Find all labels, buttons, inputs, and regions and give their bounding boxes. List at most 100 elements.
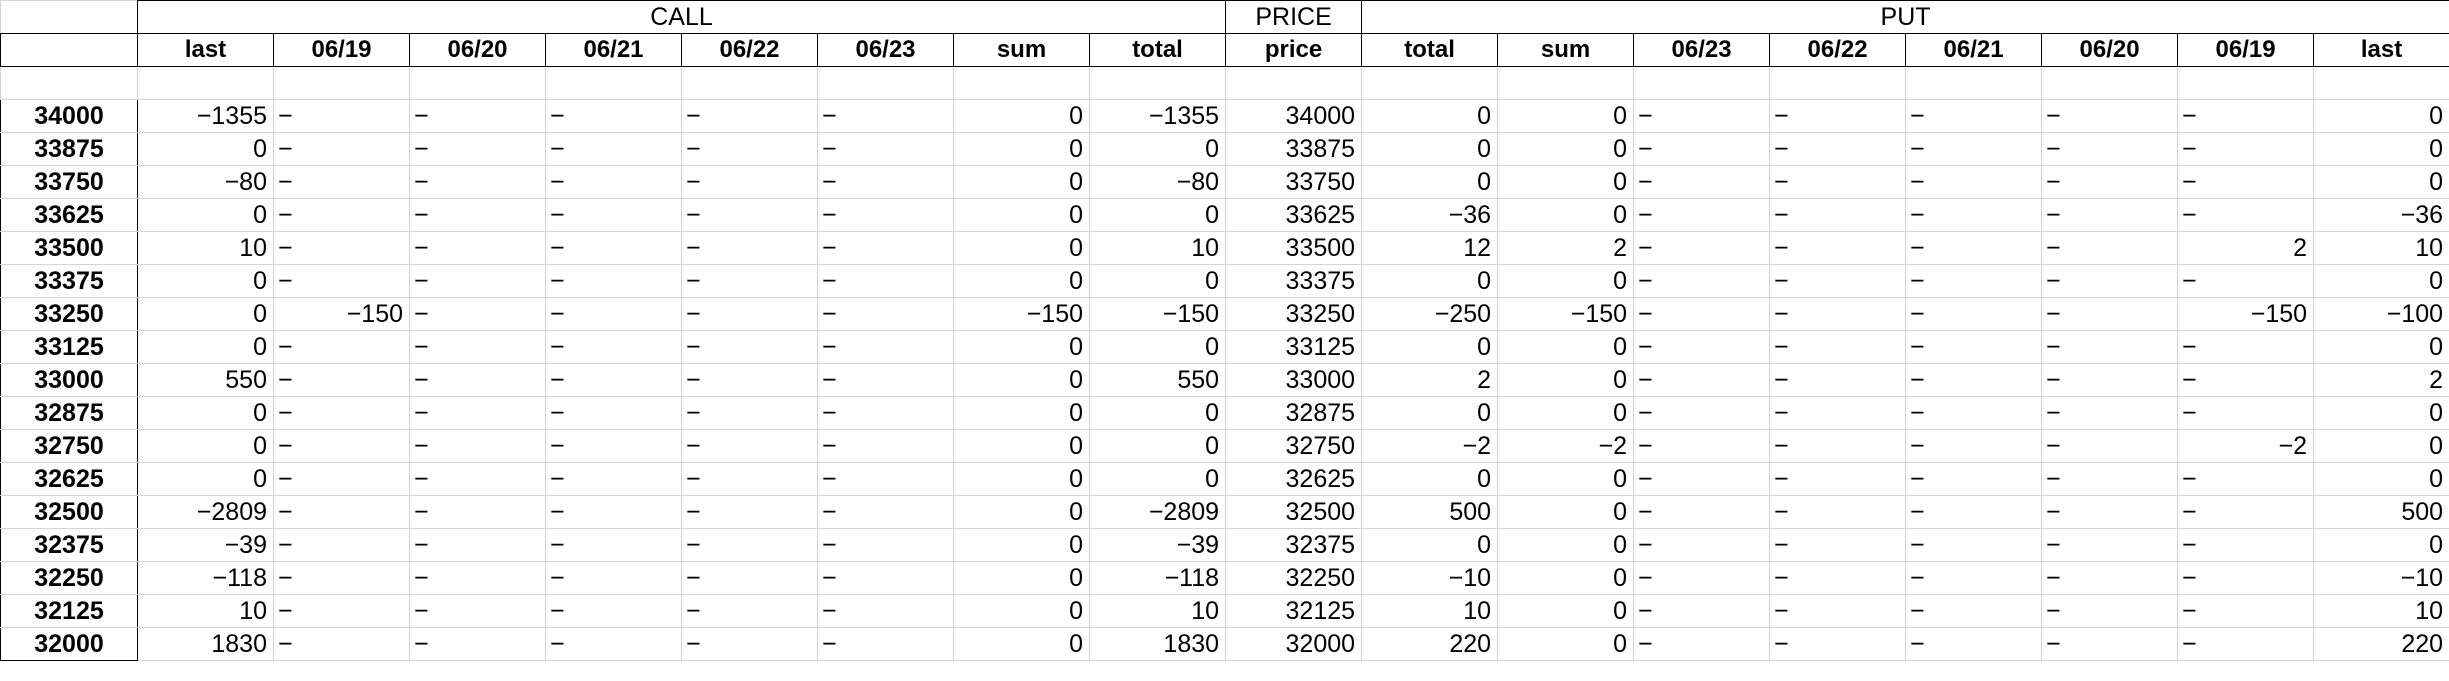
- table-cell[interactable]: −10: [2313, 561, 2449, 595]
- table-cell[interactable]: −: [681, 330, 818, 364]
- table-cell[interactable]: 2: [1361, 363, 1499, 397]
- table-cell[interactable]: −: [545, 132, 682, 166]
- row-label-cell[interactable]: 33000: [0, 363, 138, 397]
- table-cell[interactable]: −: [2177, 165, 2315, 199]
- table-cell[interactable]: −: [1633, 495, 1771, 529]
- table-cell[interactable]: −: [2177, 198, 2315, 232]
- table-cell[interactable]: 2: [2177, 231, 2315, 265]
- table-cell[interactable]: −: [409, 594, 546, 628]
- table-cell[interactable]: −: [2041, 363, 2179, 397]
- table-cell[interactable]: −: [1905, 198, 2043, 232]
- table-cell[interactable]: −: [681, 132, 818, 166]
- row-label-cell[interactable]: 32000: [0, 627, 138, 661]
- table-cell[interactable]: −39: [1088, 528, 1227, 562]
- column-header[interactable]: 06/22: [681, 33, 818, 67]
- table-cell[interactable]: 0: [1497, 495, 1635, 529]
- table-cell[interactable]: −: [273, 429, 410, 463]
- table-cell[interactable]: −: [1905, 330, 2043, 364]
- table-cell[interactable]: −: [2041, 165, 2179, 199]
- table-cell[interactable]: 32000: [1225, 627, 1363, 661]
- table-cell[interactable]: 0: [1497, 198, 1635, 232]
- table-cell[interactable]: 0: [2313, 264, 2449, 298]
- column-header[interactable]: last: [137, 33, 274, 67]
- table-cell[interactable]: 0: [137, 264, 274, 298]
- table-cell[interactable]: 10: [1088, 231, 1227, 265]
- table-cell[interactable]: −: [681, 231, 818, 265]
- table-cell[interactable]: −: [273, 627, 410, 661]
- table-cell[interactable]: 0: [2313, 462, 2449, 496]
- row-label-cell[interactable]: 32375: [0, 528, 138, 562]
- row-label-cell[interactable]: 32625: [0, 462, 138, 496]
- table-cell[interactable]: 33625: [1225, 198, 1363, 232]
- table-cell[interactable]: −: [545, 330, 682, 364]
- table-cell[interactable]: −: [681, 495, 818, 529]
- table-cell[interactable]: −150: [2177, 297, 2315, 331]
- table-cell[interactable]: 32625: [1225, 462, 1363, 496]
- row-label-cell[interactable]: 33250: [0, 297, 138, 331]
- table-cell[interactable]: 0: [1088, 330, 1227, 364]
- table-cell[interactable]: 500: [1361, 495, 1499, 529]
- table-cell[interactable]: 0: [1497, 462, 1635, 496]
- table-cell[interactable]: −: [409, 462, 546, 496]
- table-cell[interactable]: −: [545, 429, 682, 463]
- table-cell[interactable]: −2: [1497, 429, 1635, 463]
- table-cell[interactable]: 0: [1361, 264, 1499, 298]
- table-cell[interactable]: −2809: [1088, 495, 1227, 529]
- table-cell[interactable]: 33750: [1225, 165, 1363, 199]
- table-cell[interactable]: −: [1633, 462, 1771, 496]
- table-cell[interactable]: −: [681, 198, 818, 232]
- column-header[interactable]: 06/20: [409, 33, 546, 67]
- table-cell[interactable]: −: [681, 594, 818, 628]
- table-cell[interactable]: −: [545, 495, 682, 529]
- table-cell[interactable]: −: [2041, 429, 2179, 463]
- table-cell[interactable]: 0: [2313, 396, 2449, 430]
- table-cell[interactable]: −: [1633, 627, 1771, 661]
- table-cell[interactable]: −: [545, 561, 682, 595]
- table-cell[interactable]: −118: [1088, 561, 1227, 595]
- table-cell[interactable]: −: [1769, 561, 1907, 595]
- table-cell[interactable]: −: [409, 495, 546, 529]
- table-cell[interactable]: −36: [2313, 198, 2449, 232]
- table-cell[interactable]: −: [2177, 627, 2315, 661]
- table-cell[interactable]: −: [681, 429, 818, 463]
- table-cell[interactable]: 0: [953, 99, 1090, 133]
- table-cell[interactable]: −: [817, 495, 954, 529]
- table-cell[interactable]: 1830: [1088, 627, 1227, 661]
- table-cell[interactable]: 0: [953, 231, 1090, 265]
- table-cell[interactable]: −: [1769, 165, 1907, 199]
- table-cell[interactable]: 0: [1497, 363, 1635, 397]
- table-cell[interactable]: 32750: [1225, 429, 1363, 463]
- table-cell[interactable]: −: [817, 330, 954, 364]
- table-cell[interactable]: 550: [137, 363, 274, 397]
- table-cell[interactable]: −: [817, 231, 954, 265]
- row-label-cell[interactable]: 33375: [0, 264, 138, 298]
- table-cell[interactable]: −: [1905, 231, 2043, 265]
- table-cell[interactable]: 33500: [1225, 231, 1363, 265]
- table-cell[interactable]: −: [1633, 330, 1771, 364]
- table-cell[interactable]: −: [2177, 264, 2315, 298]
- table-cell[interactable]: 0: [1497, 561, 1635, 595]
- table-cell[interactable]: −: [2177, 462, 2315, 496]
- table-cell[interactable]: −: [1905, 528, 2043, 562]
- table-cell[interactable]: 0: [1088, 396, 1227, 430]
- table-cell[interactable]: −150: [953, 297, 1090, 331]
- column-header[interactable]: 06/22: [1769, 33, 1907, 67]
- table-cell[interactable]: −: [409, 561, 546, 595]
- table-cell[interactable]: −: [681, 528, 818, 562]
- column-header[interactable]: 06/19: [273, 33, 410, 67]
- table-cell[interactable]: −: [1633, 165, 1771, 199]
- table-cell[interactable]: 0: [1497, 627, 1635, 661]
- table-cell[interactable]: −: [817, 594, 954, 628]
- table-cell[interactable]: −: [1905, 363, 2043, 397]
- table-cell[interactable]: −: [1905, 627, 2043, 661]
- table-cell[interactable]: −: [1905, 561, 2043, 595]
- table-cell[interactable]: 0: [1497, 528, 1635, 562]
- table-cell[interactable]: −39: [137, 528, 274, 562]
- table-cell[interactable]: 0: [1361, 462, 1499, 496]
- table-cell[interactable]: 0: [953, 363, 1090, 397]
- table-cell[interactable]: 0: [2313, 528, 2449, 562]
- table-cell[interactable]: −: [273, 330, 410, 364]
- table-cell[interactable]: 0: [1088, 429, 1227, 463]
- table-cell[interactable]: 32250: [1225, 561, 1363, 595]
- table-cell[interactable]: −80: [1088, 165, 1227, 199]
